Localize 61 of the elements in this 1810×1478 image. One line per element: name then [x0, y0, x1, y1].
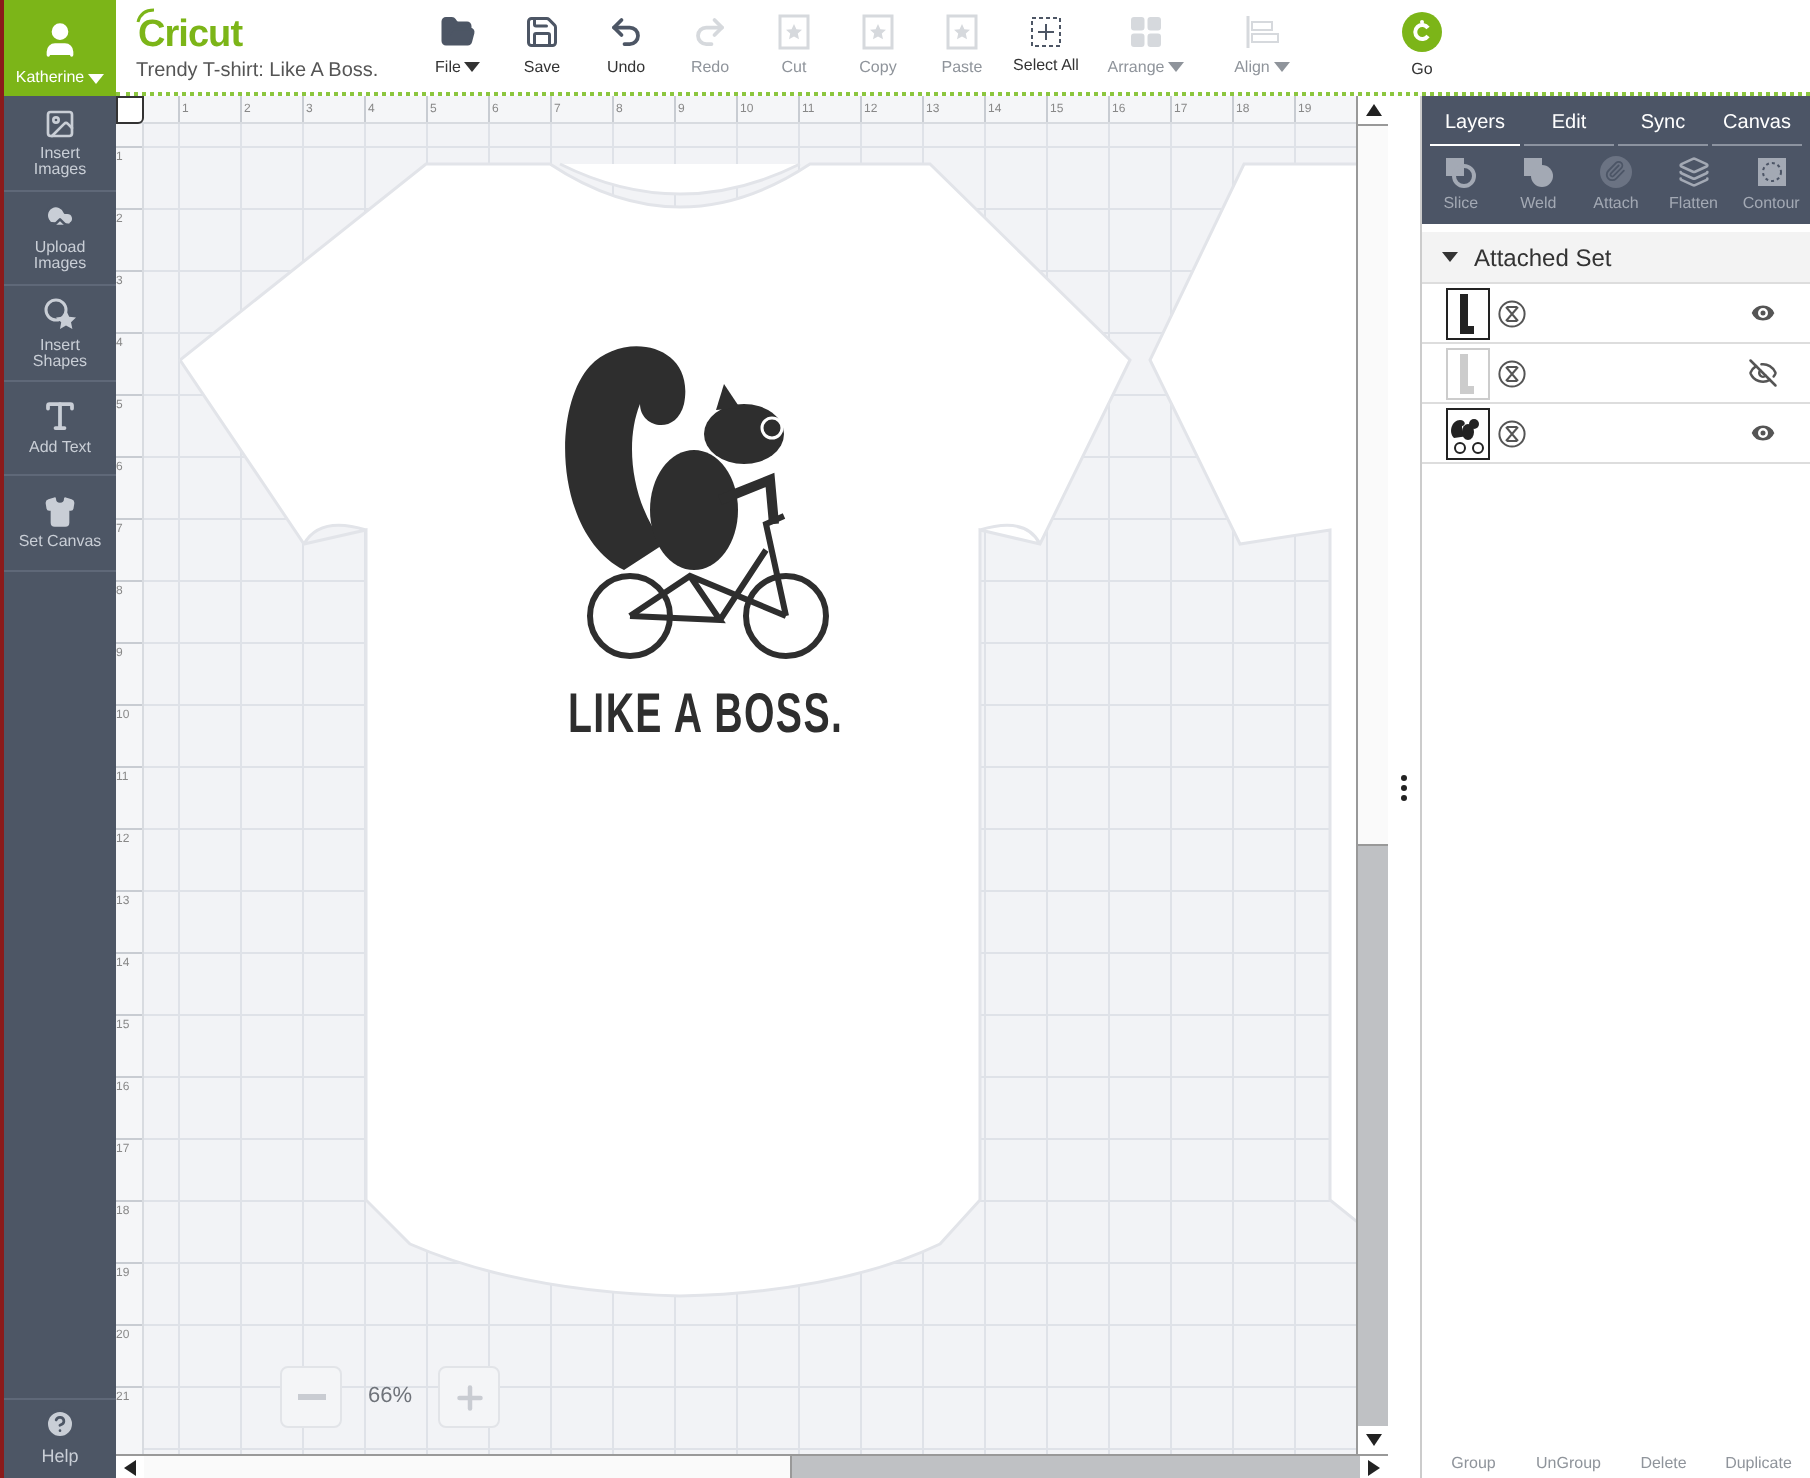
align-left-icon — [1244, 13, 1280, 49]
caret-icon — [1168, 62, 1185, 72]
panel-tab[interactable]: Canvas — [1712, 108, 1802, 146]
minus-icon — [297, 1394, 325, 1400]
horizontal-scrollbar[interactable] — [116, 1454, 1388, 1478]
panel-tab[interactable]: Layers — [1430, 108, 1520, 146]
weld-icon — [1522, 155, 1555, 187]
toolbar-button[interactable]: Go — [1380, 0, 1464, 92]
undo-icon — [608, 13, 644, 49]
plus-icon — [451, 1379, 487, 1415]
scroll-up-icon[interactable] — [1358, 96, 1388, 124]
toolbar-button[interactable]: File — [416, 0, 500, 92]
contour-icon — [1755, 155, 1788, 187]
scroll-right-icon[interactable] — [1360, 1456, 1388, 1478]
image-icon — [44, 107, 76, 140]
star-square-icon — [946, 13, 978, 49]
group-header[interactable]: Attached Set — [1422, 232, 1810, 284]
grid-icon — [1128, 13, 1164, 49]
design-text: LIKE A BOSS. — [568, 680, 844, 748]
zoom-level: 66% — [365, 1382, 415, 1413]
vertical-scrollbar[interactable] — [1356, 96, 1388, 1454]
crossed-circle-icon[interactable] — [1498, 419, 1526, 447]
star-square-icon — [778, 13, 810, 49]
shapes-icon — [42, 295, 78, 332]
logo: Cricut — [138, 15, 243, 55]
scroll-thumb[interactable] — [144, 1456, 792, 1478]
panel-tab[interactable]: Sync — [1618, 108, 1708, 146]
eye-crossed-icon[interactable] — [1748, 358, 1778, 388]
stack-icon — [1677, 155, 1710, 187]
letter-t-icon — [42, 398, 78, 435]
drag-handle-icon[interactable] — [1400, 773, 1408, 801]
help-icon — [44, 1407, 76, 1440]
user-name: Katherine — [15, 66, 105, 90]
crossed-circle-icon[interactable] — [1498, 299, 1526, 327]
dashed-square-plus-icon — [1030, 15, 1062, 47]
caret-icon — [464, 62, 481, 72]
folder-icon — [440, 13, 476, 49]
layer-row[interactable] — [1422, 404, 1810, 464]
paperclip-icon — [1599, 155, 1632, 187]
layer-thumbnail — [1446, 407, 1490, 459]
toolbar-button[interactable]: Select All — [1004, 0, 1088, 92]
caret-icon — [1273, 62, 1290, 72]
layer-row[interactable] — [1422, 284, 1810, 344]
slice-icon — [1444, 155, 1477, 187]
caret-icon — [1442, 252, 1458, 262]
crossed-circle-icon[interactable] — [1498, 359, 1526, 387]
scroll-thumb[interactable] — [1358, 124, 1388, 846]
toolbar-button[interactable]: Undo — [584, 0, 668, 92]
shirt-icon — [44, 495, 76, 528]
toolbar-button[interactable]: Save — [500, 0, 584, 92]
panel-tab[interactable]: Edit — [1524, 108, 1614, 146]
star-square-icon — [862, 13, 894, 49]
scroll-down-icon[interactable] — [1358, 1426, 1388, 1454]
go-logo-icon — [1402, 11, 1442, 51]
caret-icon — [88, 73, 105, 83]
user-menu[interactable]: Katherine — [4, 0, 116, 96]
scroll-left-icon[interactable] — [116, 1456, 144, 1478]
redo-icon — [692, 13, 728, 49]
layer-thumbnail — [1446, 287, 1490, 339]
layer-thumbnail — [1446, 347, 1490, 399]
project-title: Trendy T-shirt: Like A Boss. — [136, 57, 381, 85]
